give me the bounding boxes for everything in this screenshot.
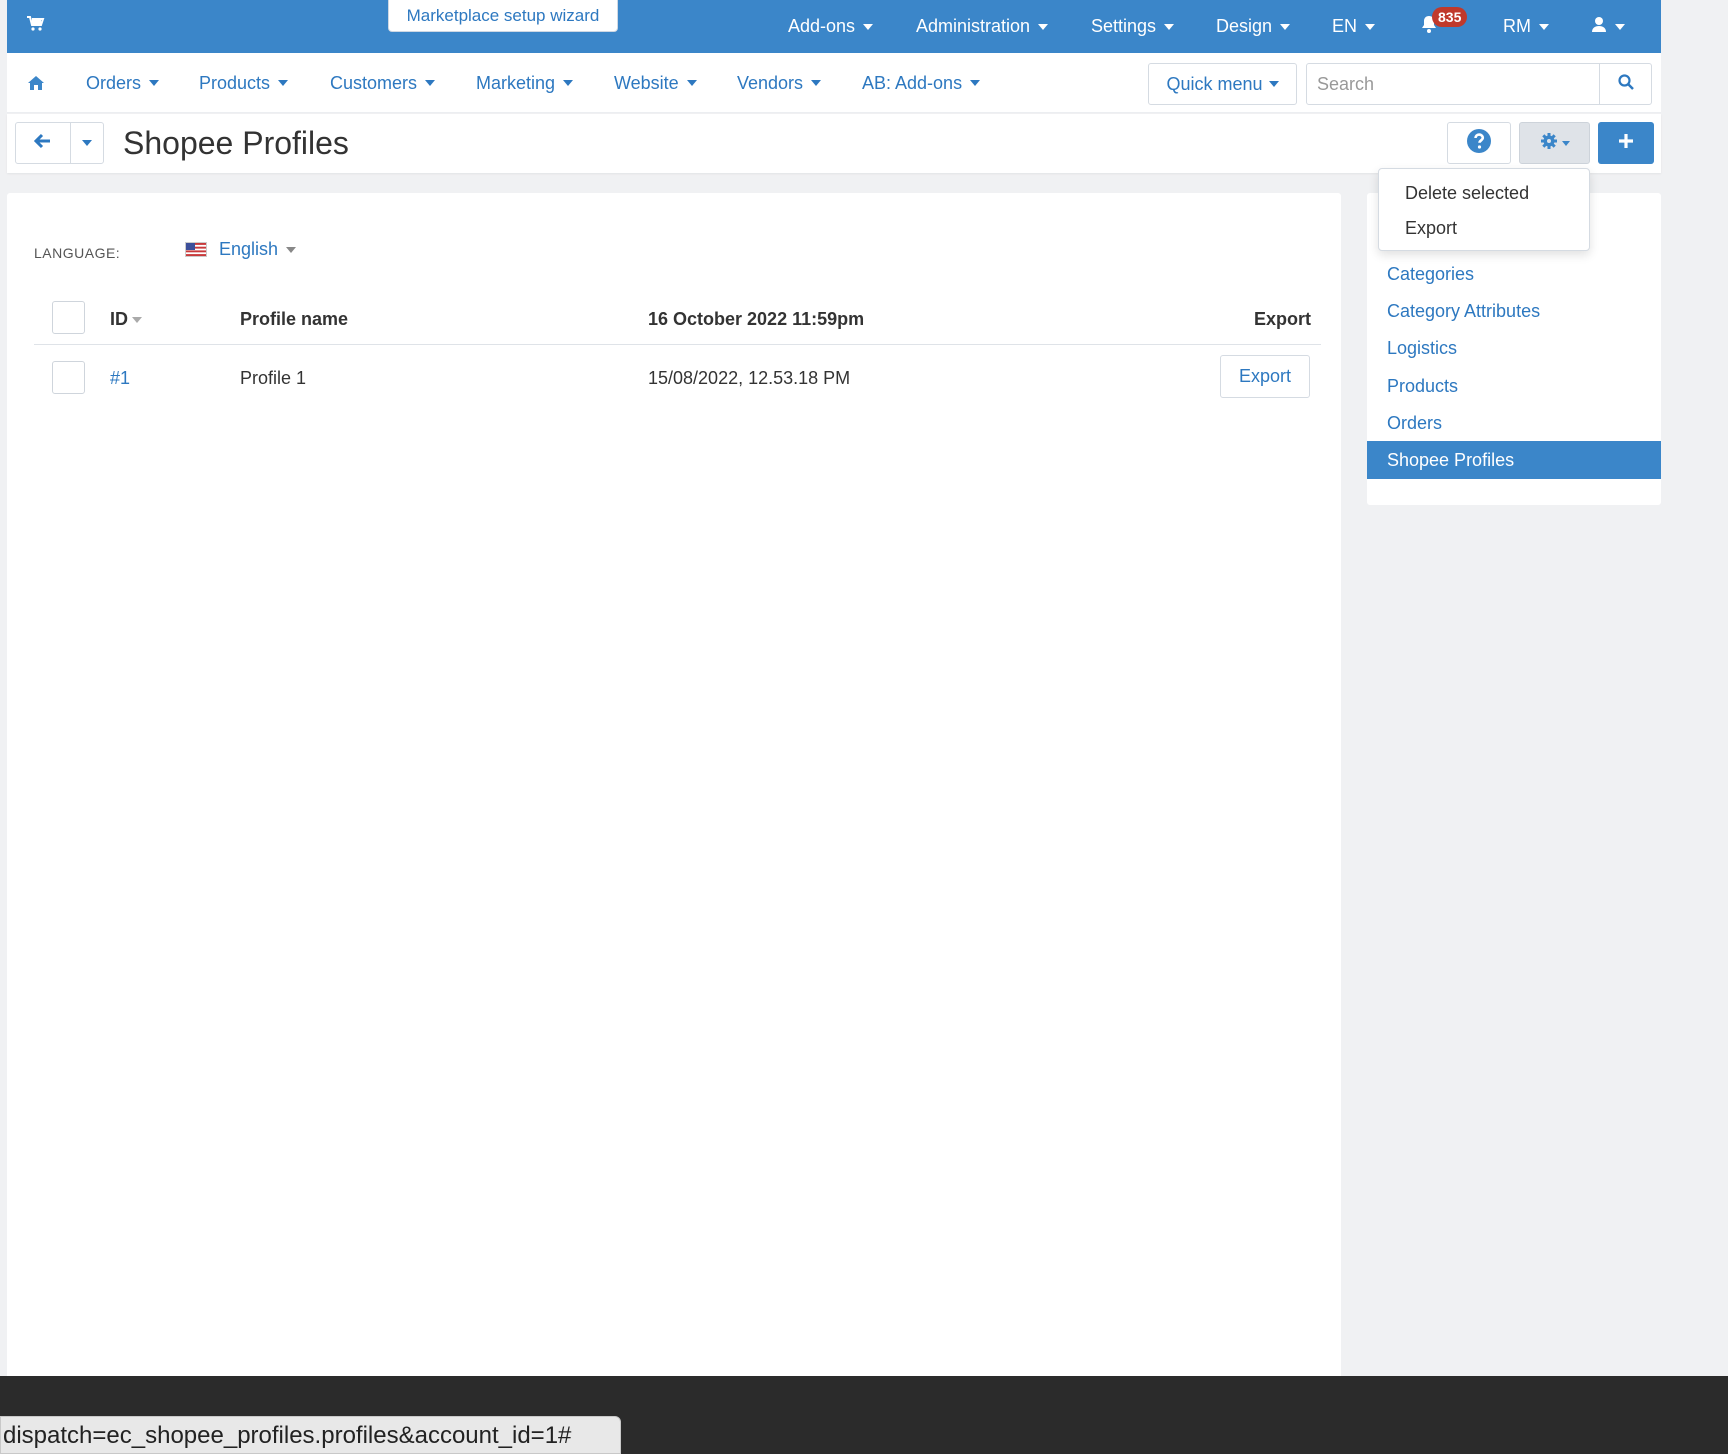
home-icon[interactable]: [27, 53, 45, 113]
row-checkbox[interactable]: [52, 361, 85, 394]
main-nav: Orders Products Customers Marketing Webs…: [7, 53, 1661, 113]
nav-customers-label: Customers: [330, 72, 418, 93]
history-dropdown-button[interactable]: [70, 122, 104, 164]
us-flag-icon: [185, 242, 207, 257]
nav-marketing[interactable]: Marketing: [476, 53, 574, 113]
chevron-down-icon: [425, 80, 436, 86]
cart-icon[interactable]: [27, 16, 45, 37]
design-menu[interactable]: Design: [1216, 0, 1291, 53]
row-export-button[interactable]: Export: [1220, 355, 1310, 398]
menu-item-delete-selected[interactable]: Delete selected: [1405, 183, 1529, 204]
language-label: LANGUAGE:: [34, 245, 121, 261]
nav-ab-addons-label: AB: Add-ons: [862, 72, 963, 93]
settings-menu[interactable]: Settings: [1091, 0, 1175, 53]
top-bar: Marketplace setup wizard Add-ons Adminis…: [7, 0, 1661, 53]
nav-customers[interactable]: Customers: [330, 53, 436, 113]
row-date: 15/08/2022, 12.53.18 PM: [648, 368, 851, 388]
user-icon: [1591, 16, 1607, 37]
administration-menu[interactable]: Administration: [916, 0, 1049, 53]
chevron-down-icon: [1615, 23, 1625, 30]
chevron-down-icon: [1365, 23, 1376, 30]
chevron-down-icon: [970, 80, 981, 86]
column-id-label: ID: [110, 309, 128, 329]
sidebar-item-category-attributes[interactable]: Category Attributes: [1367, 292, 1661, 330]
search-icon: [1617, 73, 1634, 95]
currency-menu[interactable]: RM: [1503, 0, 1549, 53]
help-button[interactable]: [1447, 122, 1511, 164]
settings-menu-label: Settings: [1091, 16, 1157, 36]
notifications-badge: 835: [1432, 7, 1468, 27]
menu-item-export[interactable]: Export: [1405, 218, 1457, 239]
row-id-link[interactable]: #1: [110, 368, 130, 389]
nav-vendors[interactable]: Vendors: [737, 53, 822, 113]
plus-icon: [1618, 133, 1634, 154]
page-title: Shopee Profiles: [123, 125, 349, 161]
nav-orders[interactable]: Orders: [86, 53, 160, 113]
settings-dropdown-button[interactable]: [1519, 122, 1590, 164]
nav-products[interactable]: Products: [199, 53, 289, 113]
arrow-left-icon: [33, 133, 52, 154]
chevron-down-icon: [563, 80, 574, 86]
addons-menu-label: Add-ons: [788, 16, 856, 36]
back-button[interactable]: [15, 122, 71, 164]
title-bar: Shopee Profiles: [7, 114, 1661, 173]
sidebar-item-categories[interactable]: Categories: [1367, 255, 1661, 293]
chevron-down-icon: [811, 80, 822, 86]
select-all-checkbox[interactable]: [52, 301, 85, 334]
chevron-down-icon: [1038, 23, 1049, 30]
nav-products-label: Products: [199, 72, 271, 93]
marketplace-setup-wizard-button[interactable]: Marketplace setup wizard: [388, 0, 618, 32]
search-input[interactable]: [1306, 63, 1600, 105]
administration-menu-label: Administration: [916, 16, 1031, 36]
column-profile-name-header[interactable]: Profile name: [240, 309, 348, 330]
nav-ab-addons[interactable]: AB: Add-ons: [862, 53, 981, 113]
chevron-down-icon: [278, 80, 289, 86]
currency-menu-label: RM: [1503, 16, 1531, 36]
chevron-down-icon: [82, 140, 92, 146]
sidebar-item-logistics[interactable]: Logistics: [1367, 329, 1661, 367]
add-profile-button[interactable]: [1598, 122, 1654, 164]
table-header: ID Profile name 16 October 2022 11:59pm …: [34, 293, 1321, 345]
nav-orders-label: Orders: [86, 72, 142, 93]
chevron-down-icon: [1268, 81, 1279, 87]
column-id-header[interactable]: ID: [110, 309, 142, 330]
search-button[interactable]: [1599, 63, 1652, 105]
gear-icon: [1540, 132, 1558, 155]
language-value: English: [219, 239, 279, 259]
nav-website-label: Website: [614, 72, 679, 93]
user-menu[interactable]: [1591, 0, 1625, 53]
chevron-down-icon: [1164, 23, 1175, 30]
chevron-down-icon: [1561, 140, 1570, 146]
addons-menu[interactable]: Add-ons: [788, 0, 874, 53]
language-menu-label: EN: [1332, 16, 1358, 36]
table-row: #1 Profile 1 15/08/2022, 12.53.18 PM Exp…: [34, 346, 1321, 410]
nav-website[interactable]: Website: [614, 53, 697, 113]
sidebar-item-orders[interactable]: Orders: [1367, 404, 1661, 442]
column-export-header: Export: [1253, 309, 1311, 329]
quick-menu-button[interactable]: Quick menu: [1148, 63, 1297, 105]
sidebar-item-products[interactable]: Products: [1367, 367, 1661, 405]
column-date-header[interactable]: 16 October 2022 11:59pm: [648, 309, 864, 330]
row-profile-name: Profile 1: [240, 368, 307, 388]
main-content: LANGUAGE: English ID Profile name 16 Oct…: [7, 193, 1341, 1413]
nav-marketing-label: Marketing: [476, 72, 556, 93]
language-select[interactable]: English: [185, 239, 297, 260]
nav-vendors-label: Vendors: [737, 72, 804, 93]
chevron-down-icon: [1280, 23, 1291, 30]
design-menu-label: Design: [1216, 16, 1273, 36]
status-bar-url: dispatch=ec_shopee_profiles.profiles&acc…: [0, 1416, 621, 1454]
question-circle-icon: [1466, 128, 1492, 159]
chevron-down-icon: [863, 23, 874, 30]
language-menu[interactable]: EN: [1332, 0, 1376, 53]
chevron-down-icon: [286, 246, 297, 253]
chevron-down-icon: [686, 80, 697, 86]
sort-down-icon: [132, 317, 142, 324]
chevron-down-icon: [149, 80, 160, 86]
chevron-down-icon: [1539, 23, 1549, 30]
settings-dropdown-menu: Delete selected Export: [1378, 168, 1590, 251]
quick-menu-label: Quick menu: [1166, 73, 1263, 94]
sidebar-item-shopee-profiles[interactable]: Shopee Profiles: [1367, 441, 1661, 479]
